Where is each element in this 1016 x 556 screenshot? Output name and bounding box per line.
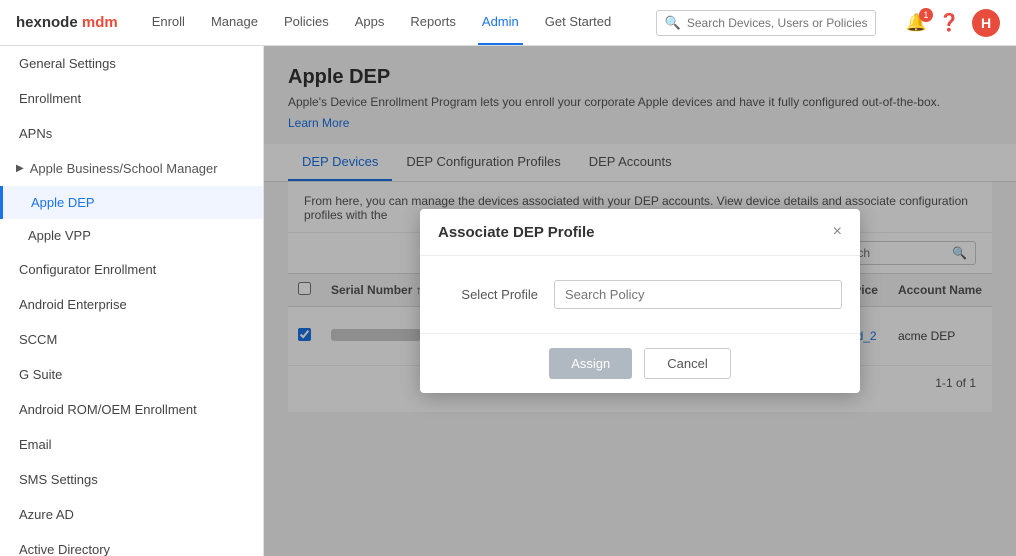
cancel-button[interactable]: Cancel [644, 348, 730, 379]
modal-select-profile-row: Select Profile [438, 280, 842, 309]
nav-policies[interactable]: Policies [280, 0, 333, 45]
sidebar-item-android-enterprise[interactable]: Android Enterprise [0, 287, 263, 322]
notification-button[interactable]: 🔔 1 [906, 13, 927, 33]
nav-reports[interactable]: Reports [406, 0, 460, 45]
sidebar-item-azure-ad[interactable]: Azure AD [0, 497, 263, 532]
modal-footer: Assign Cancel [420, 333, 860, 393]
notification-badge: 1 [919, 8, 933, 22]
sidebar-item-android-rom[interactable]: Android ROM/OEM Enrollment [0, 392, 263, 427]
modal-overlay: Associate DEP Profile × Select Profile A… [264, 46, 1016, 556]
nav-manage[interactable]: Manage [207, 0, 262, 45]
modal-close-button[interactable]: × [833, 223, 842, 241]
nav-get-started[interactable]: Get Started [541, 0, 615, 45]
modal-header: Associate DEP Profile × [420, 209, 860, 256]
sidebar-item-general-settings[interactable]: General Settings [0, 46, 263, 81]
sidebar-item-sccm[interactable]: SCCM [0, 322, 263, 357]
sidebar-item-active-directory[interactable]: Active Directory [0, 532, 263, 556]
nav-search-icon: 🔍 [665, 15, 681, 31]
sidebar-item-apple-vpp[interactable]: Apple VPP [0, 219, 263, 252]
nav-apps[interactable]: Apps [351, 0, 389, 45]
nav-links: Enroll Manage Policies Apps Reports Admi… [148, 0, 616, 45]
sidebar-item-apns[interactable]: APNs [0, 116, 263, 151]
layout: General Settings Enrollment APNs ▶ Apple… [0, 46, 1016, 556]
nav-icons: 🔔 1 ❓ H [906, 9, 1000, 37]
search-policy-input[interactable] [554, 280, 842, 309]
chevron-down-icon: ▶ [16, 163, 24, 174]
avatar[interactable]: H [972, 9, 1000, 37]
sidebar-item-configurator[interactable]: Configurator Enrollment [0, 252, 263, 287]
nav-enroll[interactable]: Enroll [148, 0, 189, 45]
assign-button[interactable]: Assign [549, 348, 632, 379]
associate-dep-profile-modal: Associate DEP Profile × Select Profile A… [420, 209, 860, 393]
nav-search-box: 🔍 [656, 10, 876, 36]
sidebar-item-apple-dep[interactable]: Apple DEP [0, 186, 263, 219]
top-nav: hexnode mdm Enroll Manage Policies Apps … [0, 0, 1016, 46]
sidebar-item-enrollment[interactable]: Enrollment [0, 81, 263, 116]
modal-body: Select Profile [420, 256, 860, 333]
logo: hexnode mdm [16, 14, 118, 31]
main-content: Apple DEP Apple's Device Enrollment Prog… [264, 46, 1016, 556]
select-profile-label: Select Profile [438, 287, 538, 302]
modal-title: Associate DEP Profile [438, 224, 594, 241]
nav-admin[interactable]: Admin [478, 0, 523, 45]
nav-search-input[interactable] [687, 16, 867, 30]
sidebar-item-sms[interactable]: SMS Settings [0, 462, 263, 497]
sidebar: General Settings Enrollment APNs ▶ Apple… [0, 46, 264, 556]
sidebar-item-email[interactable]: Email [0, 427, 263, 462]
help-button[interactable]: ❓ [939, 13, 960, 33]
sidebar-group-apple-business[interactable]: ▶ Apple Business/School Manager [0, 151, 263, 186]
sidebar-item-gsuite[interactable]: G Suite [0, 357, 263, 392]
